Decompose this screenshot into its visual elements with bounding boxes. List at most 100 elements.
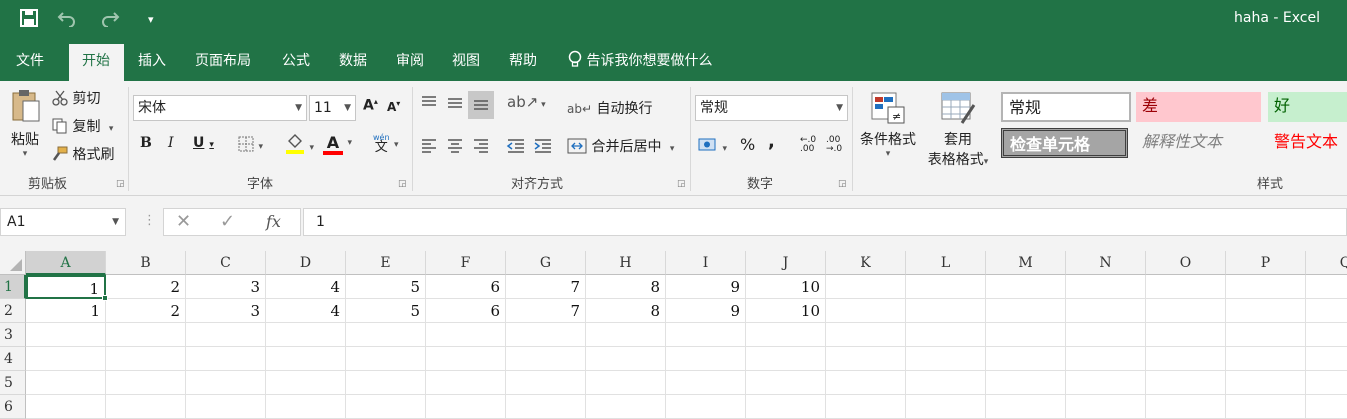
style-warning[interactable]: 警告文本	[1268, 128, 1347, 158]
column-header[interactable]: C	[186, 251, 266, 275]
cell[interactable]	[1146, 371, 1226, 395]
shrink-font-button[interactable]: A▾	[387, 99, 400, 114]
column-header[interactable]: N	[1066, 251, 1146, 275]
cell[interactable]: 5	[346, 299, 426, 323]
select-all-button[interactable]	[0, 251, 26, 275]
column-header[interactable]: M	[986, 251, 1066, 275]
column-header[interactable]: L	[906, 251, 986, 275]
cell[interactable]	[826, 275, 906, 299]
increase-indent-icon[interactable]	[533, 137, 553, 157]
cell[interactable]	[1066, 371, 1146, 395]
cell[interactable]	[826, 347, 906, 371]
font-name-select[interactable]: 宋体 ▼	[133, 95, 307, 121]
cell[interactable]	[106, 347, 186, 371]
cell[interactable]	[26, 395, 106, 419]
cell[interactable]: 5	[346, 275, 426, 299]
cell[interactable]	[666, 395, 746, 419]
merge-center-button[interactable]: 合并后居中 ▾	[567, 136, 674, 156]
cell[interactable]	[1146, 395, 1226, 419]
cell[interactable]	[1066, 395, 1146, 419]
font-color-button[interactable]: A ▾	[323, 133, 352, 155]
cell[interactable]: 4	[266, 275, 346, 299]
active-cell[interactable]: 1	[26, 275, 106, 299]
wrap-text-button[interactable]: ab↵ 自动换行	[567, 98, 652, 118]
fill-color-button[interactable]: ▾	[285, 133, 314, 155]
cell[interactable]	[1146, 299, 1226, 323]
cut-button[interactable]: 剪切	[52, 88, 100, 108]
cell[interactable]: 1	[26, 299, 106, 323]
name-box[interactable]: A1 ▼	[0, 208, 126, 236]
cell[interactable]	[106, 371, 186, 395]
cell[interactable]	[1226, 299, 1306, 323]
cell[interactable]	[906, 395, 986, 419]
column-header[interactable]: K	[826, 251, 906, 275]
cell[interactable]	[106, 323, 186, 347]
copy-button[interactable]: 复制 ▾	[52, 116, 113, 136]
tab-home[interactable]: 开始	[69, 44, 124, 81]
column-header[interactable]: B	[106, 251, 186, 275]
cell[interactable]: 9	[666, 275, 746, 299]
cell[interactable]	[1066, 299, 1146, 323]
cell[interactable]	[26, 323, 106, 347]
cell[interactable]	[986, 299, 1066, 323]
cell[interactable]	[266, 323, 346, 347]
clipboard-launcher-icon[interactable]: ◲	[116, 179, 125, 189]
cell[interactable]	[1066, 275, 1146, 299]
column-header[interactable]: I	[666, 251, 746, 275]
cell[interactable]	[426, 323, 506, 347]
cell[interactable]	[906, 275, 986, 299]
font-launcher-icon[interactable]: ◲	[398, 179, 407, 189]
cell[interactable]	[826, 299, 906, 323]
format-as-table-button[interactable]: 套用 表格格式▾	[922, 91, 994, 169]
column-header[interactable]: D	[266, 251, 346, 275]
cell[interactable]	[666, 347, 746, 371]
cell[interactable]: 6	[426, 299, 506, 323]
cell[interactable]	[826, 395, 906, 419]
cell[interactable]	[986, 395, 1066, 419]
align-left-icon[interactable]	[420, 137, 438, 157]
number-format-select[interactable]: 常规 ▼	[695, 95, 848, 121]
cell[interactable]	[586, 395, 666, 419]
cell[interactable]	[186, 371, 266, 395]
column-header[interactable]: A	[26, 251, 106, 275]
cell[interactable]	[906, 371, 986, 395]
cell[interactable]: 2	[106, 299, 186, 323]
cell[interactable]: 9	[666, 299, 746, 323]
tab-formulas[interactable]: 公式	[269, 44, 323, 81]
cell[interactable]	[906, 323, 986, 347]
paste-button[interactable]: 粘贴 ▾	[6, 89, 44, 159]
cell[interactable]	[346, 347, 426, 371]
font-size-select[interactable]: 11 ▼	[309, 95, 356, 121]
cell[interactable]	[746, 323, 826, 347]
cell[interactable]	[1306, 371, 1347, 395]
cell[interactable]: 7	[506, 275, 586, 299]
cell[interactable]	[906, 299, 986, 323]
comma-button[interactable]: ,	[768, 131, 775, 152]
column-header[interactable]: O	[1146, 251, 1226, 275]
cell[interactable]	[26, 371, 106, 395]
cell[interactable]: 4	[266, 299, 346, 323]
cell[interactable]	[986, 371, 1066, 395]
cell[interactable]	[1306, 299, 1347, 323]
grow-font-button[interactable]: A▴	[363, 97, 378, 114]
column-header[interactable]: P	[1226, 251, 1306, 275]
cell[interactable]	[746, 395, 826, 419]
tab-view[interactable]: 视图	[439, 44, 493, 81]
cell[interactable]	[346, 371, 426, 395]
cell[interactable]	[1306, 347, 1347, 371]
cell[interactable]	[1226, 395, 1306, 419]
tab-help[interactable]: 帮助	[496, 44, 550, 81]
cell[interactable]	[586, 371, 666, 395]
cell[interactable]	[826, 371, 906, 395]
cell[interactable]	[1146, 275, 1226, 299]
redo-icon[interactable]	[100, 9, 120, 32]
row-header[interactable]: 2	[0, 299, 26, 323]
cell[interactable]	[1146, 347, 1226, 371]
column-header[interactable]: E	[346, 251, 426, 275]
bold-button[interactable]: B	[140, 135, 152, 151]
cell[interactable]	[426, 395, 506, 419]
cell[interactable]	[986, 275, 1066, 299]
italic-button[interactable]: I	[168, 135, 174, 151]
tab-file[interactable]: 文件	[3, 44, 57, 81]
borders-button[interactable]: ▾	[238, 136, 263, 153]
